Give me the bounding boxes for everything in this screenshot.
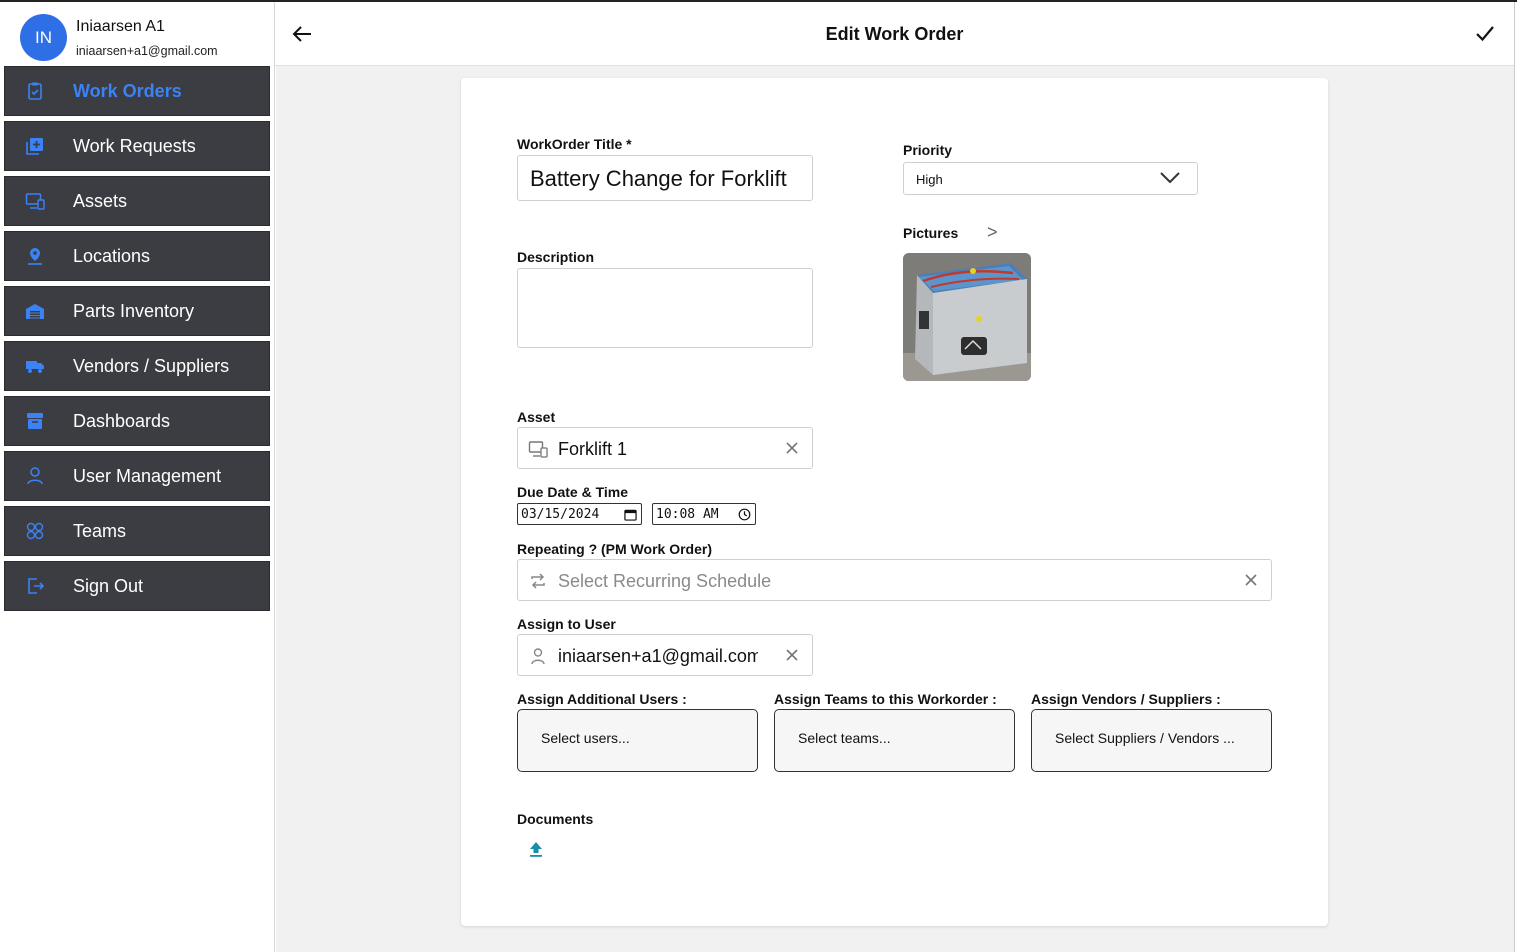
vendors-select[interactable]: Select Suppliers / Vendors ... — [1031, 709, 1272, 772]
teams-label: Assign Teams to this Workorder : — [774, 691, 997, 707]
clear-schedule-icon[interactable] — [1243, 572, 1259, 588]
due-time-value: 10:08 AM — [656, 507, 719, 522]
header: Edit Work Order — [275, 2, 1514, 66]
priority-label: Priority — [903, 142, 953, 158]
asset-value: Forklift 1 — [558, 439, 628, 459]
sidebar-item-work-orders[interactable]: Work Orders — [4, 66, 270, 116]
sidebar-item-label: Teams — [73, 520, 127, 541]
documents-label: Documents — [517, 811, 594, 827]
sidebar-item-sign-out[interactable]: Sign Out — [4, 561, 270, 611]
due-date-label: Due Date & Time — [517, 484, 628, 500]
due-date-value: 03/15/2024 — [521, 507, 600, 522]
archive-icon — [27, 413, 43, 429]
user-icon — [27, 467, 43, 485]
teams-select[interactable]: Select teams... — [774, 709, 1015, 772]
profile-name: Iniaarsen A1 — [76, 18, 165, 35]
description-input[interactable] — [517, 268, 813, 348]
vendors-label: Assign Vendors / Suppliers : — [1031, 691, 1221, 707]
sidebar-item-vendors-suppliers[interactable]: Vendors / Suppliers — [4, 341, 270, 391]
recurring-schedule-placeholder: Select Recurring Schedule — [558, 571, 772, 591]
asset-label: Asset — [517, 409, 556, 425]
sidebar-item-label: Locations — [73, 245, 151, 266]
clock-icon[interactable] — [738, 508, 751, 521]
sidebar-item-parts-inventory[interactable]: Parts Inventory — [4, 286, 270, 336]
warehouse-icon — [26, 304, 44, 319]
chevron-down-icon — [1160, 172, 1180, 184]
sidebar: IN Iniaarsen A1 iniaarsen+a1@gmail.com W… — [0, 2, 275, 952]
sidebar-nav: Work Orders Work Requests Assets Locatio… — [4, 66, 270, 616]
sign-out-icon — [28, 578, 45, 594]
sidebar-item-label: Sign Out — [73, 575, 144, 596]
user-profile[interactable]: IN Iniaarsen A1 iniaarsen+a1@gmail.com — [20, 14, 270, 64]
battery-image — [903, 253, 1031, 381]
sidebar-item-label: Parts Inventory — [73, 300, 195, 321]
add-box-icon — [26, 138, 43, 155]
due-date-input[interactable]: 03/15/2024 — [517, 503, 642, 525]
description-label: Description — [517, 249, 595, 265]
work-order-form: WorkOrder Title * Battery Change for For… — [461, 78, 1328, 926]
checkmark-icon[interactable] — [1474, 22, 1496, 44]
page-title: Edit Work Order — [825, 24, 964, 44]
priority-value: High — [916, 172, 943, 187]
team-icon — [26, 522, 44, 540]
battery-picture[interactable] — [903, 253, 1031, 381]
sidebar-item-dashboards[interactable]: Dashboards — [4, 396, 270, 446]
additional-users-label: Assign Additional Users : — [517, 691, 687, 707]
monitor-asset-icon — [25, 193, 45, 210]
user-icon — [531, 648, 545, 665]
sidebar-item-locations[interactable]: Locations — [4, 231, 270, 281]
title-label: WorkOrder Title * — [517, 136, 632, 152]
sidebar-item-label: Vendors / Suppliers — [73, 355, 230, 376]
truck-icon — [26, 361, 44, 373]
calendar-icon[interactable] — [624, 508, 637, 521]
pictures-next-button[interactable]: > — [987, 222, 998, 243]
profile-email: iniaarsen+a1@gmail.com — [76, 44, 218, 58]
due-time-input[interactable]: 10:08 AM — [652, 503, 756, 525]
clipboard-check-icon — [28, 82, 42, 100]
sidebar-item-teams[interactable]: Teams — [4, 506, 270, 556]
sidebar-item-assets[interactable]: Assets — [4, 176, 270, 226]
title-input[interactable]: Battery Change for Forklift — [517, 155, 813, 201]
sidebar-item-label: User Management — [73, 465, 222, 486]
sidebar-item-user-management[interactable]: User Management — [4, 451, 270, 501]
main-content: WorkOrder Title * Battery Change for For… — [276, 66, 1514, 952]
sidebar-item-label: Dashboards — [73, 410, 171, 431]
sidebar-item-label: Assets — [73, 190, 128, 211]
clear-asset-icon[interactable] — [784, 440, 800, 456]
sidebar-item-work-requests[interactable]: Work Requests — [4, 121, 270, 171]
sidebar-item-label: Work Requests — [73, 135, 196, 156]
avatar[interactable]: IN — [20, 14, 67, 61]
additional-users-select[interactable]: Select users... — [517, 709, 758, 772]
assign-user-label: Assign to User — [517, 616, 616, 632]
sidebar-item-label: Work Orders — [73, 80, 182, 101]
location-pin-icon — [28, 248, 42, 265]
assign-user-select[interactable]: iniaarsen+a1@gmail.com — [517, 634, 813, 676]
assign-user-value: iniaarsen+a1@gmail.com — [558, 646, 758, 666]
repeating-label: Repeating ? (PM Work Order) — [517, 541, 712, 557]
monitor-asset-icon — [528, 441, 548, 458]
repeat-icon — [531, 573, 545, 589]
priority-select[interactable]: High — [903, 162, 1198, 195]
upload-icon[interactable] — [529, 841, 543, 857]
recurring-schedule-select[interactable]: Select Recurring Schedule — [517, 559, 1272, 601]
pictures-label: Pictures — [903, 225, 959, 241]
clear-user-icon[interactable] — [784, 647, 800, 663]
asset-select[interactable]: Forklift 1 — [517, 427, 813, 469]
